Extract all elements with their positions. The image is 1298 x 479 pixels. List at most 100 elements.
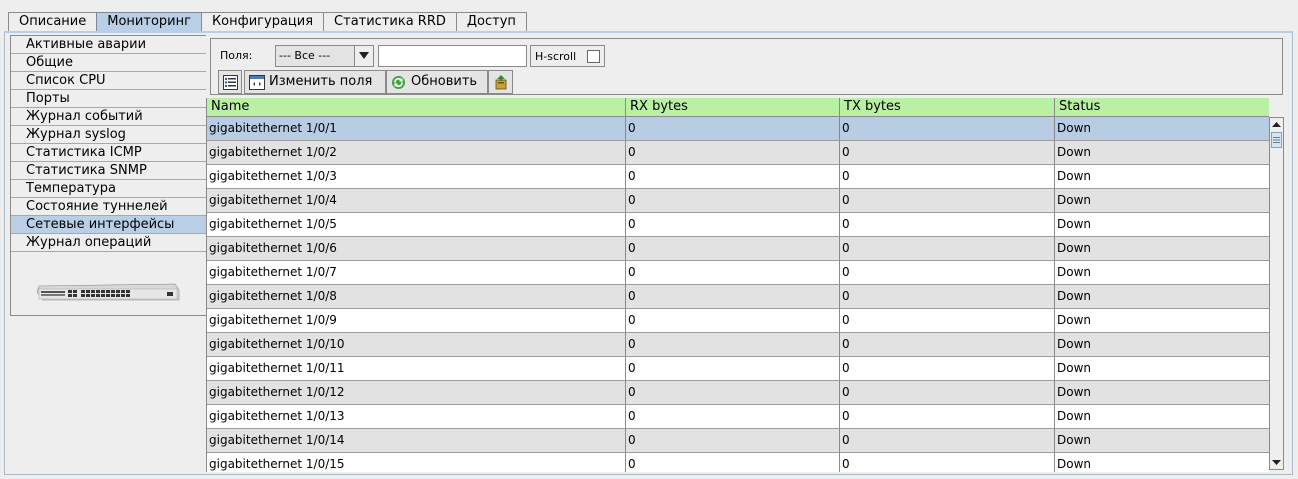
table-row[interactable]: gigabitethernet 1/0/6 0 0 Down <box>207 237 1269 261</box>
table-cell: Down <box>1055 333 1269 357</box>
side-tab[interactable]: Журнал событий <box>11 108 206 126</box>
table-cell: 0 <box>840 453 1055 472</box>
table-cell: 0 <box>840 189 1055 213</box>
fields-select[interactable]: --- Все --- <box>275 45 374 67</box>
table-row[interactable]: gigabitethernet 1/0/4 0 0 Down <box>207 189 1269 213</box>
top-tab-bar: Описание Мониторинг Конфигурация Статистика… <box>8 12 527 32</box>
top-tab[interactable]: Описание <box>8 12 98 32</box>
table-cell: 0 <box>626 381 840 405</box>
table-row[interactable]: gigabitethernet 1/0/11 0 0 Down <box>207 357 1269 381</box>
table-cell: 0 <box>840 285 1055 309</box>
scroll-thumb[interactable] <box>1271 132 1282 148</box>
column-header[interactable]: Name <box>207 98 626 117</box>
export-button[interactable] <box>488 70 513 94</box>
fields-select-value: --- Все --- <box>279 49 331 62</box>
table-cell: 0 <box>840 381 1055 405</box>
refresh-label: Обновить <box>411 74 478 89</box>
table-cell: Down <box>1055 213 1269 237</box>
table-row[interactable]: gigabitethernet 1/0/13 0 0 Down <box>207 405 1269 429</box>
table-cell: 0 <box>626 117 840 141</box>
side-tab-bar: Активные аварии Общие Список CPU Порты Журна… <box>10 35 206 316</box>
table-row[interactable]: gigabitethernet 1/0/14 0 0 Down <box>207 429 1269 453</box>
table-row[interactable]: gigabitethernet 1/0/10 0 0 Down <box>207 333 1269 357</box>
table-cell: Down <box>1055 141 1269 165</box>
filter-panel: Поля: --- Все --- H-scroll Изменить поля… <box>210 38 1283 95</box>
table-cell: 0 <box>840 357 1055 381</box>
table-row[interactable]: gigabitethernet 1/0/1 0 0 Down <box>207 117 1269 141</box>
table-cell: Down <box>1055 309 1269 333</box>
side-tab[interactable]: Состояние туннелей <box>11 198 206 216</box>
table-cell: 0 <box>626 333 840 357</box>
table-cell: Down <box>1055 285 1269 309</box>
table-cell: 0 <box>840 261 1055 285</box>
table-row[interactable]: gigabitethernet 1/0/3 0 0 Down <box>207 165 1269 189</box>
table-cell: gigabitethernet 1/0/8 <box>207 285 626 309</box>
side-tab[interactable]: Общие <box>11 54 206 72</box>
table-cell: 0 <box>626 309 840 333</box>
table-cell: gigabitethernet 1/0/14 <box>207 429 626 453</box>
table-cell: gigabitethernet 1/0/10 <box>207 333 626 357</box>
top-tab[interactable]: Доступ <box>455 12 527 32</box>
top-tab[interactable]: Конфигурация <box>200 12 325 32</box>
table-cell: Down <box>1055 189 1269 213</box>
vertical-scrollbar[interactable] <box>1269 117 1284 470</box>
change-fields-label: Изменить поля <box>269 74 373 89</box>
side-tab-list: Активные аварии Общие Список CPU Порты Журна… <box>11 36 206 252</box>
change-fields-button[interactable]: Изменить поля <box>244 70 386 94</box>
arrow-up-icon[interactable] <box>1270 118 1283 132</box>
refresh-button[interactable]: Обновить <box>386 70 488 94</box>
side-tab[interactable]: Журнал операций <box>11 234 206 252</box>
table-header: Name RX bytes TX bytes Status <box>207 98 1269 117</box>
arrow-down-icon[interactable] <box>1270 455 1283 469</box>
list-view-button[interactable] <box>218 70 242 94</box>
side-tab[interactable]: Список CPU <box>11 72 206 90</box>
side-tab[interactable]: Температура <box>11 180 206 198</box>
table-row[interactable]: gigabitethernet 1/0/5 0 0 Down <box>207 213 1269 237</box>
table-cell: 0 <box>840 309 1055 333</box>
table-cell: 0 <box>840 429 1055 453</box>
table-row[interactable]: gigabitethernet 1/0/9 0 0 Down <box>207 309 1269 333</box>
search-input[interactable] <box>378 45 527 67</box>
table-cell: gigabitethernet 1/0/13 <box>207 405 626 429</box>
table-cell: 0 <box>840 333 1055 357</box>
table-row[interactable]: gigabitethernet 1/0/8 0 0 Down <box>207 285 1269 309</box>
fields-label: Поля: <box>220 49 253 62</box>
table-row[interactable]: gigabitethernet 1/0/12 0 0 Down <box>207 381 1269 405</box>
refresh-icon <box>392 76 405 89</box>
table-cell: gigabitethernet 1/0/9 <box>207 309 626 333</box>
hscroll-checkbox[interactable] <box>587 50 600 63</box>
interfaces-table: Name RX bytes TX bytes Status gigabitethern… <box>206 98 1269 472</box>
side-tab[interactable]: Журнал syslog <box>11 126 206 144</box>
top-tab[interactable]: Статистика RRD <box>323 12 457 32</box>
side-tab[interactable]: Активные аварии <box>11 36 206 54</box>
hscroll-toggle[interactable]: H-scroll <box>530 45 605 67</box>
column-header[interactable]: Status <box>1055 98 1269 117</box>
column-header[interactable]: TX bytes <box>840 98 1055 117</box>
table-row[interactable]: gigabitethernet 1/0/15 0 0 Down <box>207 453 1269 472</box>
device-image <box>36 283 180 301</box>
table-cell: Down <box>1055 165 1269 189</box>
table-cell: gigabitethernet 1/0/3 <box>207 165 626 189</box>
table-cell: 0 <box>626 357 840 381</box>
table-cell: Down <box>1055 117 1269 141</box>
top-tab[interactable]: Мониторинг <box>96 12 202 32</box>
column-header[interactable]: RX bytes <box>626 98 840 117</box>
side-tab[interactable]: Порты <box>11 90 206 108</box>
table-cell: 0 <box>626 429 840 453</box>
table-cell: 0 <box>840 165 1055 189</box>
window-icon <box>249 75 265 90</box>
table-cell: Down <box>1055 357 1269 381</box>
table-row[interactable]: gigabitethernet 1/0/2 0 0 Down <box>207 141 1269 165</box>
side-tab[interactable]: Статистика SNMP <box>11 162 206 180</box>
table-cell: gigabitethernet 1/0/6 <box>207 237 626 261</box>
table-cell: 0 <box>840 117 1055 141</box>
side-tab[interactable]: Сетевые интерфейсы <box>11 216 206 234</box>
table-cell: gigabitethernet 1/0/4 <box>207 189 626 213</box>
table-cell: 0 <box>840 213 1055 237</box>
chevron-down-icon[interactable] <box>354 46 373 66</box>
side-tab[interactable]: Статистика ICMP <box>11 144 206 162</box>
table-cell: gigabitethernet 1/0/5 <box>207 213 626 237</box>
table-cell: Down <box>1055 237 1269 261</box>
table-row[interactable]: gigabitethernet 1/0/7 0 0 Down <box>207 261 1269 285</box>
table-cell: gigabitethernet 1/0/7 <box>207 261 626 285</box>
